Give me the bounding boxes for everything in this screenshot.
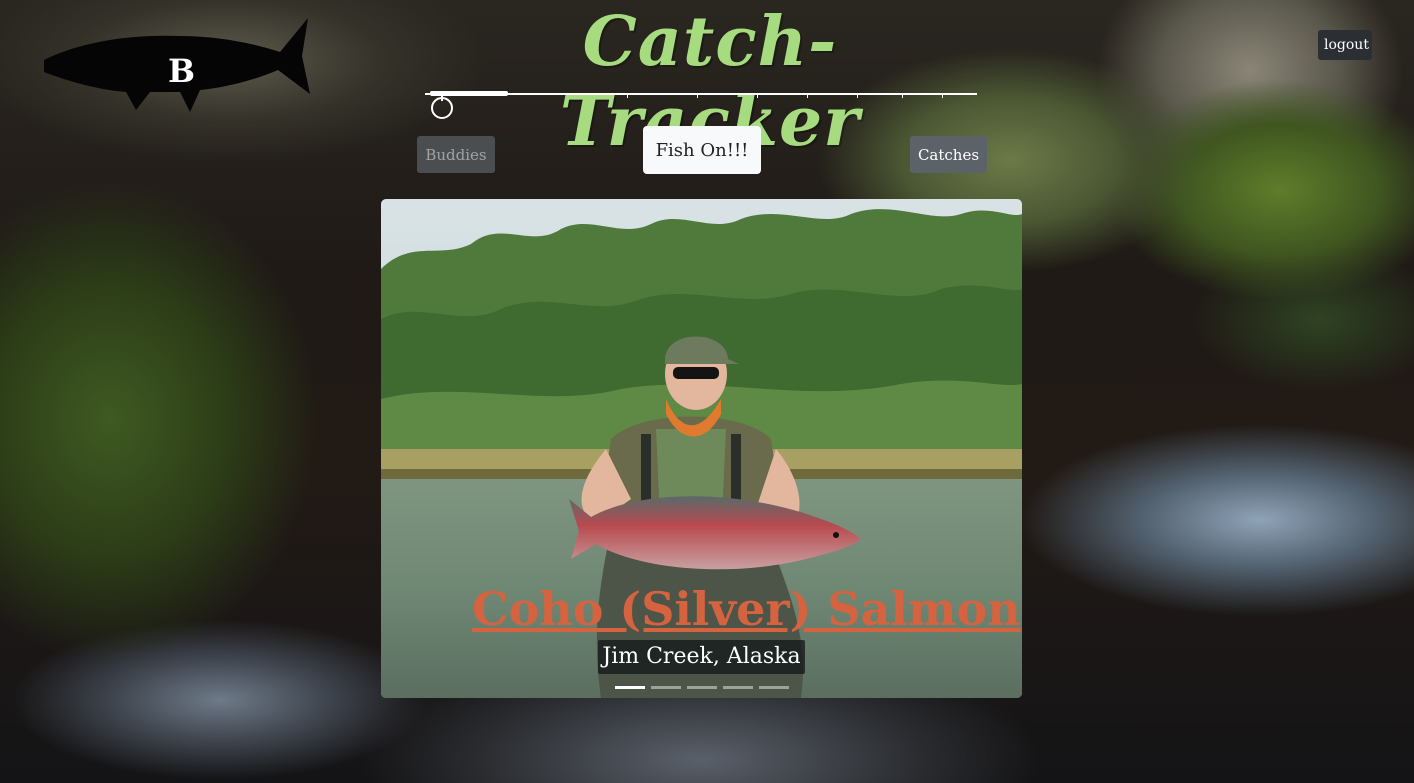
logout-button[interactable]: logout [1318, 30, 1372, 60]
line-tick [757, 93, 758, 98]
catches-button[interactable]: Catches [910, 136, 987, 173]
line-tick [857, 93, 858, 98]
line-tick [807, 93, 808, 98]
buddies-button[interactable]: Buddies [417, 136, 495, 173]
slide-location: Jim Creek, Alaska [598, 640, 805, 674]
line-tick [902, 93, 903, 98]
carousel-indicator[interactable] [759, 686, 789, 689]
line-tick [942, 93, 943, 98]
line-tick [627, 93, 628, 98]
carousel-indicator[interactable] [687, 686, 717, 689]
fish-on-button[interactable]: Fish On!!! [643, 126, 761, 174]
line-tick [697, 93, 698, 98]
carousel-indicator[interactable] [615, 686, 645, 689]
hook-icon [431, 91, 453, 119]
logo-letter: B [168, 52, 196, 90]
carousel-indicator[interactable] [651, 686, 681, 689]
logo[interactable]: B [40, 12, 312, 124]
carousel-indicator[interactable] [723, 686, 753, 689]
slide-species-link[interactable]: Coho (Silver) Salmon [472, 582, 1021, 636]
